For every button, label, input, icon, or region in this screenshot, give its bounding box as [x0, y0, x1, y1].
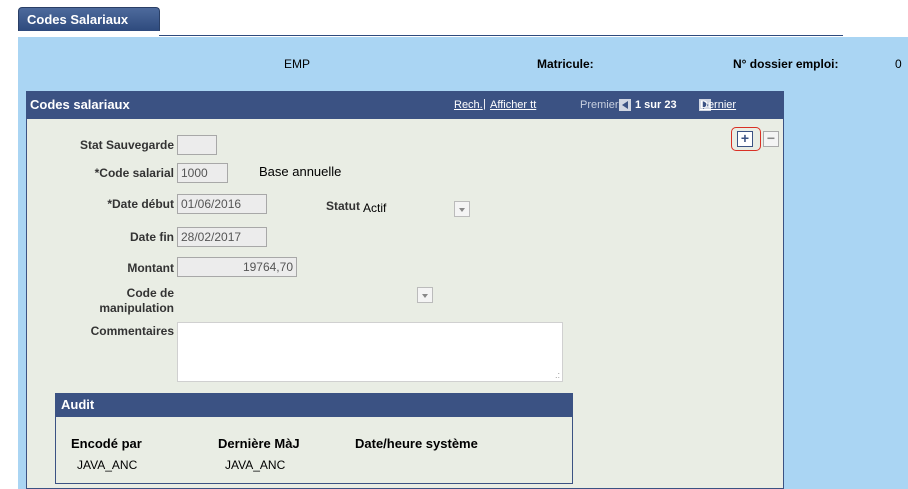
matricule-label: Matricule:: [537, 57, 594, 71]
code-manipulation-select[interactable]: [177, 285, 441, 305]
codes-salariaux-header: Codes salariaux Rech. | Afficher tt Prem…: [26, 91, 784, 119]
audit-col-derniere-maj: Dernière MàJ: [218, 436, 300, 451]
audit-col-encode-par: Encodé par: [71, 436, 142, 451]
stat-sauvegarde-field: [177, 135, 217, 155]
date-debut-label: *Date début: [107, 197, 174, 211]
audit-col-date-heure: Date/heure système: [355, 436, 478, 451]
code-manipulation-label-line1: Code de: [126, 286, 174, 300]
commentaires-textarea[interactable]: .:: [177, 322, 563, 382]
code-salarial-description: Base annuelle: [259, 164, 342, 179]
dossier-emploi-label: N° dossier emploi:: [733, 57, 839, 71]
date-debut-field: 01/06/2016: [177, 194, 267, 214]
panel-title: Codes salariaux: [30, 97, 130, 112]
tab-baseline: [159, 35, 843, 36]
audit-val-encode-par: JAVA_ANC: [77, 458, 138, 472]
add-row-button[interactable]: +: [737, 131, 753, 147]
first-label: Premier: [580, 99, 619, 111]
nav-separator: |: [483, 98, 486, 110]
previous-arrow-icon[interactable]: [619, 99, 631, 111]
show-all-link[interactable]: Afficher tt: [490, 99, 536, 111]
tab-codes-salariaux[interactable]: Codes Salariaux: [18, 7, 160, 31]
statut-select[interactable]: Actif: [361, 198, 471, 218]
chevron-down-icon[interactable]: [454, 201, 470, 217]
dossier-emploi-value: 0: [895, 57, 902, 71]
emp-label: EMP: [284, 57, 311, 71]
date-fin-label: Date fin: [129, 230, 174, 244]
resize-grip-icon[interactable]: .:: [555, 370, 560, 380]
statut-value: Actif: [363, 201, 387, 215]
montant-label: Montant: [127, 261, 174, 275]
commentaires-label: Commentaires: [90, 324, 174, 338]
row-count: 1 sur 23: [635, 99, 677, 111]
search-link[interactable]: Rech.: [454, 99, 483, 111]
date-fin-field: 28/02/2017: [177, 227, 267, 247]
audit-header: Audit: [55, 393, 573, 417]
audit-val-derniere-maj: JAVA_ANC: [225, 458, 286, 472]
code-manipulation-label-line2: manipulation: [99, 301, 174, 315]
code-salarial-field: 1000: [177, 163, 228, 183]
montant-field: 19764,70: [177, 257, 297, 277]
chevron-down-icon[interactable]: [417, 287, 433, 303]
stat-sauvegarde-label: Stat Sauvegarde: [79, 138, 174, 152]
delete-row-button[interactable]: −: [763, 131, 779, 147]
code-salarial-label: *Code salarial: [94, 166, 174, 180]
last-link[interactable]: Dernier: [700, 99, 736, 111]
statut-label: Statut: [326, 199, 360, 213]
